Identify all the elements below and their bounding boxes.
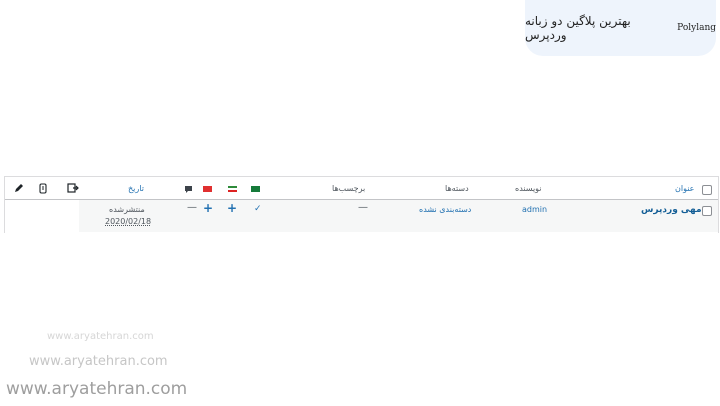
col-tags: برچسب‌ها	[332, 184, 366, 193]
select-all-checkbox[interactable]	[702, 185, 712, 195]
posts-table: عنوان نویسنده دسته‌ها برچسب‌ها تاریخ مهی…	[4, 176, 719, 233]
pencil-icon[interactable]	[14, 183, 24, 193]
saudi-flag-icon[interactable]	[251, 186, 260, 192]
col-author: نویسنده	[515, 184, 542, 193]
table-row: مهی وردپرس admin دسته‌بندی نشده — ✓ + + …	[5, 200, 718, 232]
watermark: www.aryatehran.com	[6, 379, 188, 399]
row-tags: —	[358, 202, 368, 213]
add-translation-icon[interactable]: +	[203, 202, 213, 214]
mobile-icon[interactable]	[39, 183, 47, 194]
title-bubble: بهترین پلاگین دو زبانه وردپرس Polylang	[525, 0, 716, 56]
row-status: منتشرشده	[109, 205, 145, 214]
comment-bubble-icon[interactable]	[184, 185, 193, 194]
row-checkbox[interactable]	[702, 206, 712, 216]
col-date[interactable]: تاریخ	[128, 184, 144, 194]
lang-translated-icon[interactable]: ✓	[254, 204, 262, 214]
add-translation-icon[interactable]: +	[227, 202, 237, 214]
row-title-link[interactable]: مهی وردپرس	[641, 205, 702, 215]
table-header: عنوان نویسنده دسته‌ها برچسب‌ها تاریخ	[5, 177, 718, 200]
sync-icon[interactable]	[67, 183, 79, 194]
watermark: www.aryatehran.com	[29, 354, 168, 369]
turkey-flag-icon[interactable]	[203, 186, 212, 192]
row-category-link[interactable]: دسته‌بندی نشده	[419, 205, 471, 215]
row-comments: —	[187, 202, 197, 213]
title-brand: Polylang	[677, 23, 716, 33]
watermark: www.aryatehran.com	[47, 331, 154, 342]
col-title[interactable]: عنوان	[675, 184, 694, 194]
col-categories: دسته‌ها	[445, 184, 469, 193]
row-date: 2020/02/18	[105, 217, 152, 226]
row-author-link[interactable]: admin	[522, 205, 547, 215]
iran-flag-icon[interactable]	[228, 186, 237, 192]
title-text: بهترین پلاگین دو زبانه وردپرس	[525, 14, 631, 42]
